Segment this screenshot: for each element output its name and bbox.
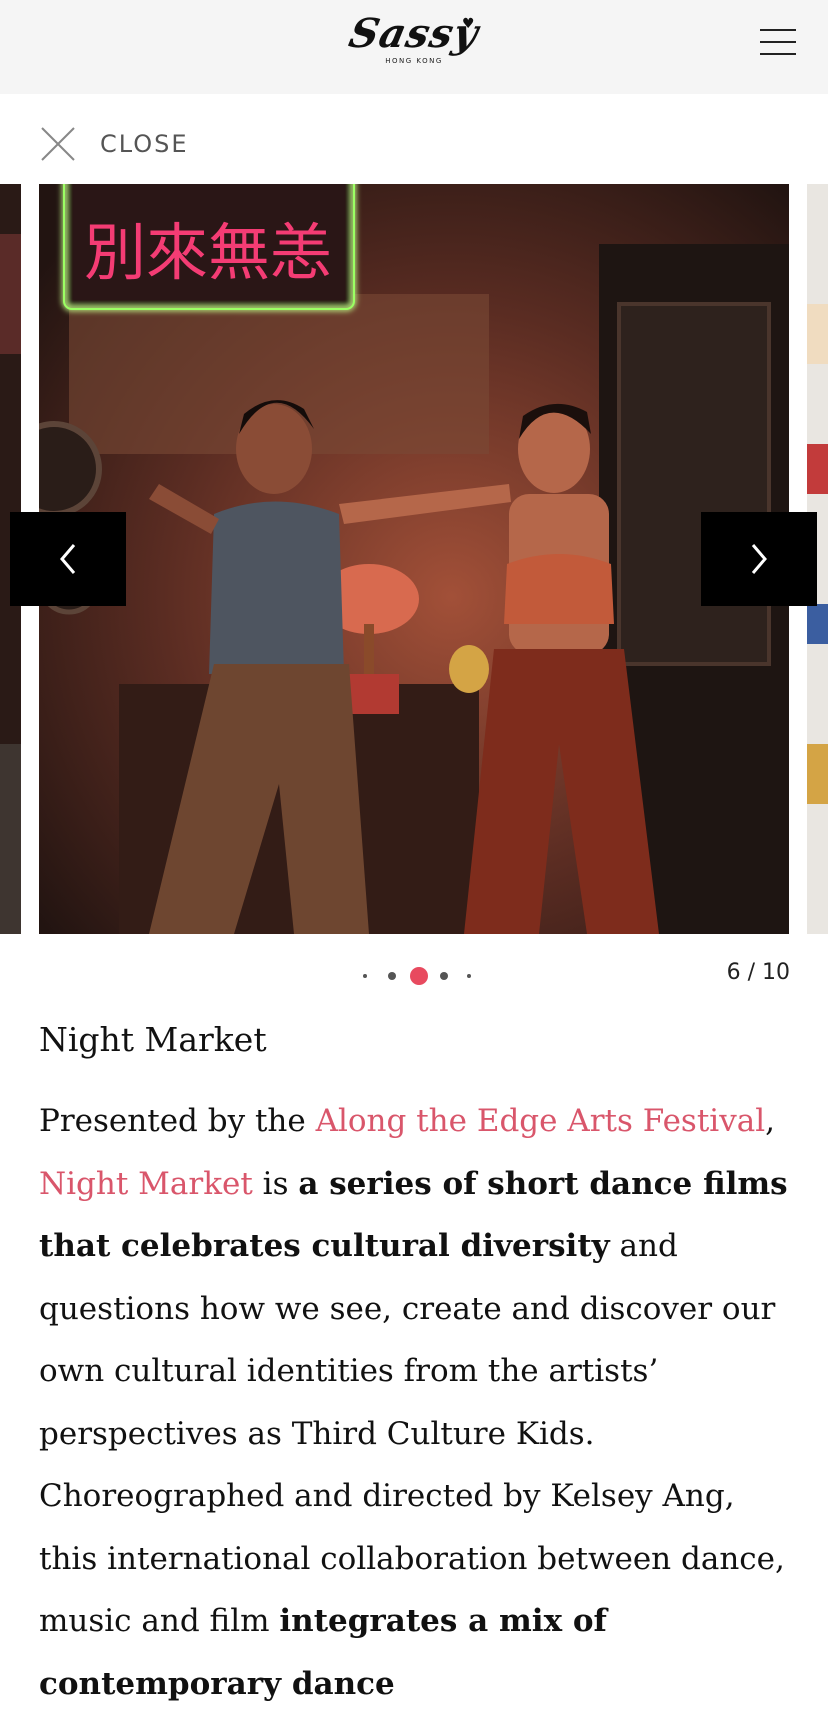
sassy-logo[interactable]: Sassy ♥ HONG KONG [344, 10, 484, 82]
body-text-segment: is [252, 1165, 299, 1202]
current-slide-number: 6 [726, 960, 741, 985]
slide-pagination-dots [358, 964, 478, 988]
festival-link[interactable]: Along the Edge Arts Festival [316, 1103, 766, 1139]
close-icon [41, 127, 75, 161]
logo-subtext: HONG KONG [385, 57, 443, 65]
gallery-image: 別來無恙 [39, 184, 789, 934]
total-slide-count: 10 [762, 960, 790, 985]
hamburger-menu-icon[interactable] [760, 27, 796, 57]
pagination-dot[interactable] [467, 974, 471, 978]
night-market-link[interactable]: Night Market [39, 1166, 253, 1202]
svg-text:別來無恙: 別來無恙 [84, 216, 332, 289]
pagination-dot-active[interactable] [410, 967, 428, 985]
chevron-left-icon [60, 544, 76, 574]
close-label: CLOSE [100, 130, 189, 158]
close-button[interactable]: CLOSE [40, 126, 189, 162]
dancers-photo: 別來無恙 [39, 184, 789, 934]
previous-slide-button[interactable] [10, 512, 126, 606]
slide-counter: 6 / 10 [727, 960, 790, 985]
counter-separator: / [747, 960, 755, 985]
site-header: Sassy ♥ HONG KONG [0, 0, 828, 94]
body-text-segment: , [765, 1103, 775, 1139]
body-text-segment: Presented by the [39, 1103, 316, 1139]
caption-title: Night Market [39, 1020, 267, 1059]
next-slide-button[interactable] [701, 512, 817, 606]
body-text-segment: and questions how we see, create and dis… [39, 1228, 785, 1639]
caption-body: Presented by the Along the Edge Arts Fes… [39, 1090, 794, 1715]
chevron-right-icon [751, 544, 767, 574]
heart-icon: ♥ [462, 16, 475, 32]
pagination-dot[interactable] [388, 972, 396, 980]
pagination-dot[interactable] [363, 974, 367, 978]
pagination-dot[interactable] [440, 972, 448, 980]
